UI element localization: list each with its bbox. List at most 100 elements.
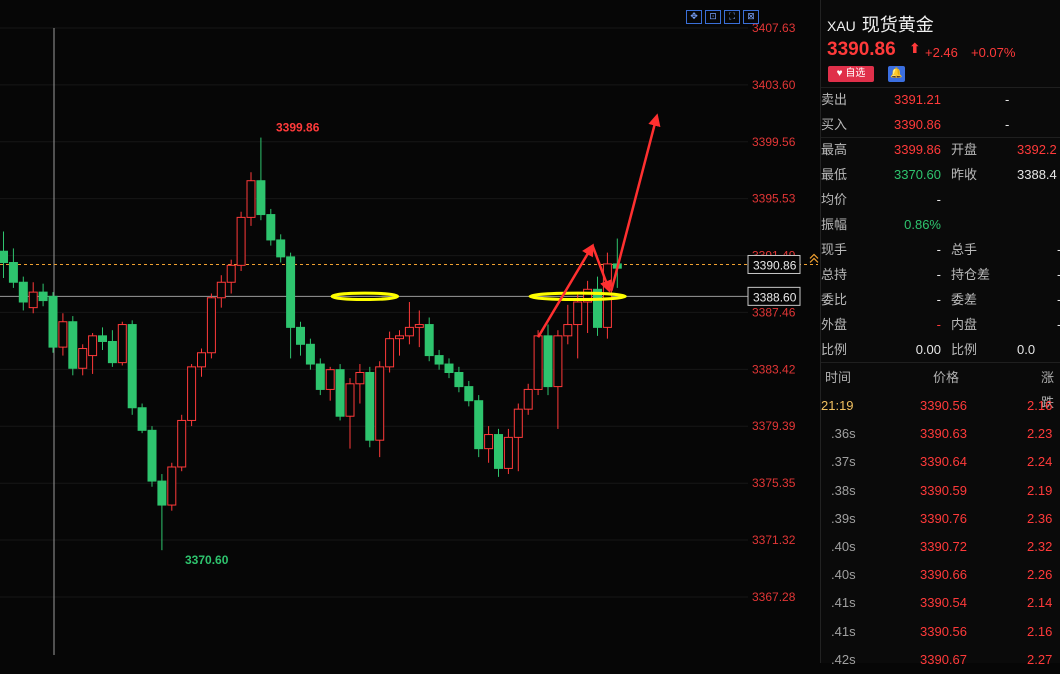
low-price-label: 3370.60 — [185, 553, 229, 567]
price-tick-label: 3371.32 — [752, 533, 796, 547]
bell-icon[interactable]: 🔔 — [888, 66, 905, 82]
stat-value: 3399.86 — [894, 142, 941, 157]
stat-row: 均价 - — [821, 187, 1060, 212]
price-tick-label: 3375.35 — [752, 476, 796, 490]
price-change-pct: +0.07% — [971, 45, 1016, 60]
last-price: 3390.86 — [827, 39, 896, 60]
close-icon[interactable]: ⊠ — [743, 10, 759, 24]
current-price-label: 3390.86 — [753, 258, 797, 272]
candle-body — [315, 363, 325, 390]
instrument-title: XAU 现货黄金 — [827, 11, 934, 37]
stat-value-2: 0.0 — [1017, 342, 1036, 357]
trade-change: 2.36 — [1027, 510, 1053, 526]
candle-body — [88, 335, 98, 357]
stat-label: 最高 — [821, 142, 848, 157]
trade-row[interactable]: .37s 3390.64 2.24 — [821, 448, 1060, 476]
trade-price: 3390.56 — [920, 398, 967, 413]
candle-body — [296, 326, 305, 345]
candle-body — [246, 180, 256, 218]
stat-value: 3390.86 — [894, 117, 941, 132]
trade-row[interactable]: .42s 3390.67 2.27 — [821, 646, 1060, 674]
trade-row[interactable]: .41s 3390.56 2.16 — [821, 618, 1060, 646]
trade-time: .41s — [831, 595, 856, 611]
stat-label: 卖出 — [821, 92, 848, 107]
trade-row[interactable]: .40s 3390.66 2.26 — [821, 561, 1060, 589]
stat-value-2: 3388.4 — [1017, 167, 1057, 182]
candle-body — [177, 419, 187, 468]
trade-time: .40s — [831, 567, 856, 583]
candle-body — [573, 301, 583, 326]
candle-body — [365, 372, 375, 441]
trade-change: 2.19 — [1027, 482, 1053, 498]
trade-price: 3390.67 — [920, 651, 967, 667]
stat-value: - — [936, 292, 941, 307]
stat-label-2: 持仓差 — [951, 267, 991, 282]
candle-body — [375, 366, 385, 441]
stat-label-2: 总手 — [951, 242, 978, 257]
candle-body — [355, 372, 365, 385]
trade-row[interactable]: .41s 3390.54 2.14 — [821, 589, 1060, 617]
trade-price: 3390.66 — [920, 567, 967, 583]
candle-body — [454, 372, 464, 388]
stat-label-2: - — [1005, 117, 1010, 132]
indicator-icon[interactable]: ⊡ — [705, 10, 721, 24]
price-tick-label: 3383.42 — [752, 362, 796, 376]
divider — [821, 362, 1060, 363]
stat-row: 比例 0.00 比例 0.0 — [821, 337, 1060, 362]
candle-body — [38, 291, 48, 302]
candle-body — [523, 388, 533, 410]
stat-value: 3391.21 — [894, 92, 941, 107]
candle-body — [117, 324, 127, 364]
price-header: 价格 — [933, 370, 960, 385]
expand-icon[interactable]: ✥ — [686, 10, 702, 24]
candlestick-svg[interactable]: 3407.633403.603399.563395.533391.493387.… — [0, 0, 820, 663]
stat-row: 外盘-内盘- — [821, 312, 1060, 337]
stat-value: 0.86% — [904, 217, 941, 232]
trade-time: 21:19 — [821, 398, 854, 413]
trade-price: 3390.63 — [920, 426, 967, 442]
fullscreen-icon[interactable]: ⛶ — [724, 10, 740, 24]
trade-row[interactable]: .36s 3390.63 2.23 — [821, 420, 1060, 448]
trade-time: .42s — [831, 651, 856, 667]
up-arrow-icon: ⬆ — [909, 40, 921, 56]
stat-row: 现手-总手- — [821, 237, 1060, 262]
stat-row: 振幅 0.86% — [821, 212, 1060, 237]
trade-change: 2.16 — [1027, 623, 1053, 639]
trade-change: 2.14 — [1027, 595, 1053, 611]
trade-row[interactable]: .39s 3390.76 2.36 — [821, 505, 1060, 533]
trade-row[interactable]: .38s 3390.59 2.19 — [821, 477, 1060, 505]
chart-toolbar: ✥ ⊡ ⛶ ⊠ — [686, 10, 759, 24]
scroll-up-icon — [809, 253, 819, 263]
candle-body — [226, 264, 236, 283]
time-header: 时间 — [825, 370, 852, 385]
trade-time: .39s — [831, 510, 856, 526]
candle-body — [325, 369, 335, 390]
candle-body — [385, 338, 395, 368]
trade-change: 2.16 — [1027, 398, 1053, 413]
candle-body — [563, 324, 573, 337]
candle-body — [494, 434, 503, 469]
trade-price: 3390.59 — [920, 482, 967, 498]
trade-row[interactable]: .40s 3390.72 2.32 — [821, 533, 1060, 561]
trade-change: 2.32 — [1027, 539, 1053, 554]
kline-chart[interactable]: 3407.633403.603399.563395.533391.493387.… — [0, 0, 820, 663]
candle-body — [424, 324, 434, 357]
trade-row[interactable]: 21:19 3390.56 2.16 — [821, 392, 1060, 420]
candle-body — [147, 429, 157, 482]
stat-label: 买入 — [821, 117, 848, 132]
candle-body — [48, 295, 58, 348]
candle-body — [256, 180, 266, 216]
stat-value: 0.00 — [915, 342, 941, 357]
candle-body — [276, 239, 286, 258]
candle-body — [286, 256, 296, 328]
candle-body — [464, 386, 474, 402]
price-tick-label: 3399.56 — [752, 135, 796, 149]
add-favorite-button[interactable]: ♥ 自选 — [828, 66, 874, 82]
candle-body — [503, 436, 513, 469]
candle-body — [484, 434, 494, 450]
candle-body — [197, 352, 206, 368]
high-price-label: 3399.86 — [276, 121, 320, 135]
candle-body — [98, 335, 107, 342]
stat-row: 委比-委差- — [821, 287, 1060, 312]
stat-row: 卖出 3391.21 - — [821, 87, 1060, 112]
